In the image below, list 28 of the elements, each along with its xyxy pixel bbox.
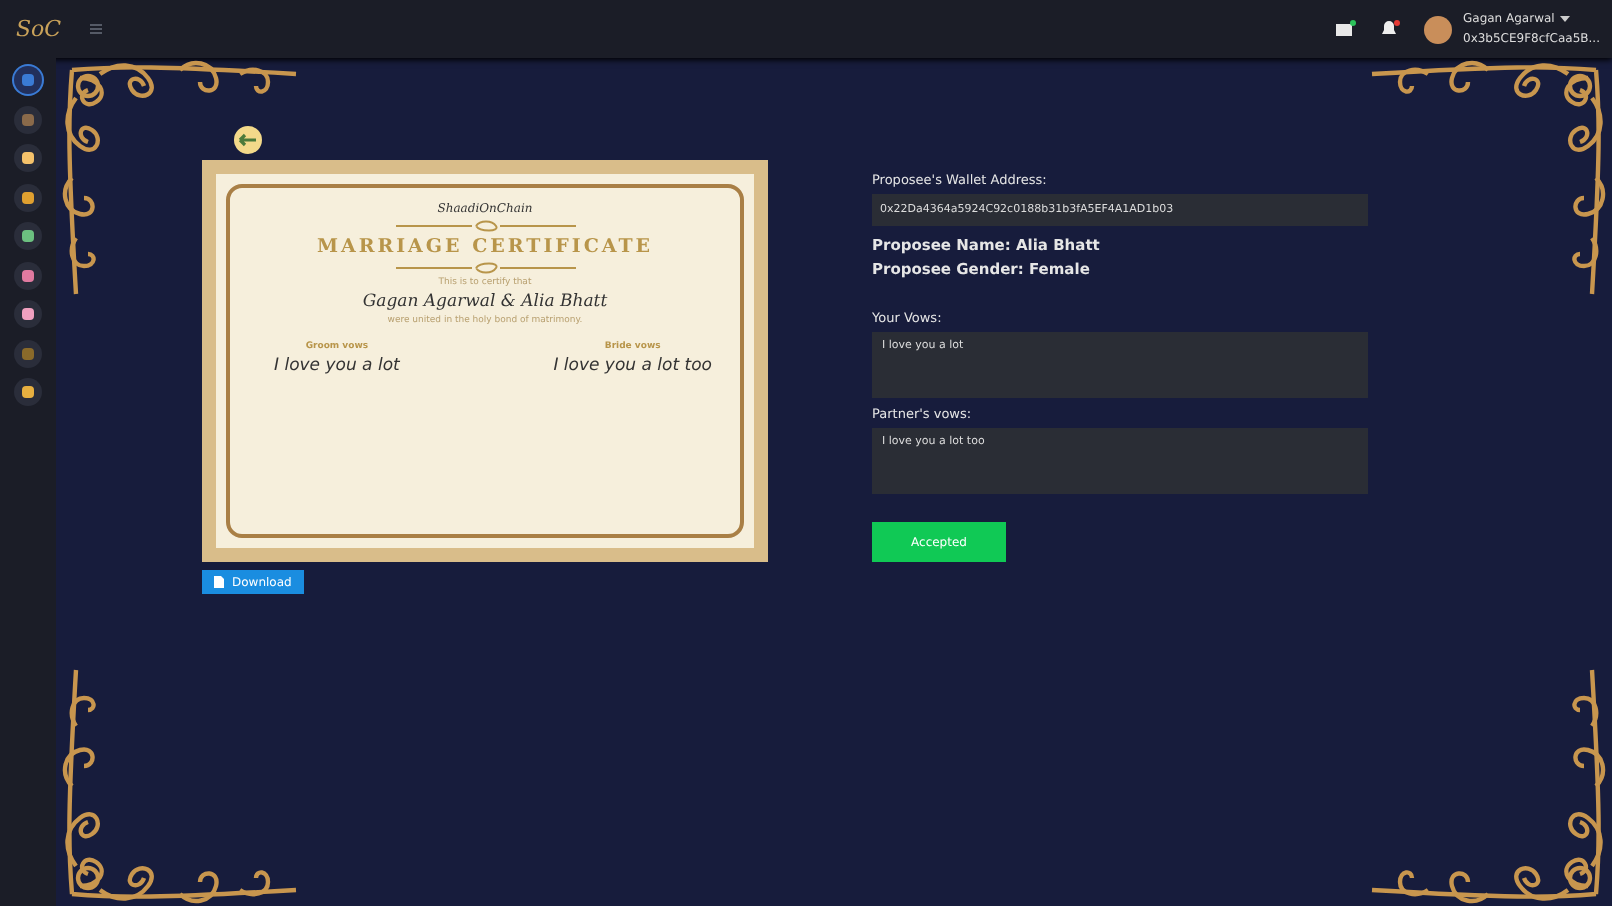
sidebar-item[interactable] [14, 261, 42, 289]
menu-item-icon [20, 150, 36, 166]
sidebar-item[interactable] [14, 222, 42, 250]
certificate-names: Gagan Agarwal & Alia Bhatt [362, 292, 608, 312]
sidebar-item[interactable] [14, 144, 42, 172]
certificate-title: MARRIAGE CERTIFICATE [316, 236, 654, 258]
menu-item-icon [20, 345, 36, 361]
sidebar-item[interactable] [14, 300, 42, 328]
menu-item-icon [20, 111, 36, 127]
sidebar-item[interactable] [14, 183, 42, 211]
menu-icon[interactable] [89, 24, 102, 34]
sidebar-item[interactable] [14, 378, 42, 406]
caret-icon[interactable] [1560, 15, 1571, 23]
menu-item-icon [20, 189, 36, 205]
avatar[interactable] [1423, 15, 1451, 43]
bell-icon[interactable] [1379, 20, 1399, 38]
menu-item-icon [20, 228, 36, 244]
menu-item-icon [20, 72, 36, 88]
vow-text: I love you a lot too [553, 356, 712, 376]
menu-item-icon [20, 267, 36, 283]
flourish-divider-icon [395, 262, 575, 274]
menu-item-icon [20, 306, 36, 322]
logo[interactable]: SoC [16, 16, 62, 42]
document-icon [214, 576, 224, 588]
flourish-divider-icon [395, 220, 575, 232]
vow-text: I love you a lot [274, 356, 400, 376]
mail-icon[interactable] [1335, 20, 1355, 38]
menu-item-icon [20, 384, 36, 400]
